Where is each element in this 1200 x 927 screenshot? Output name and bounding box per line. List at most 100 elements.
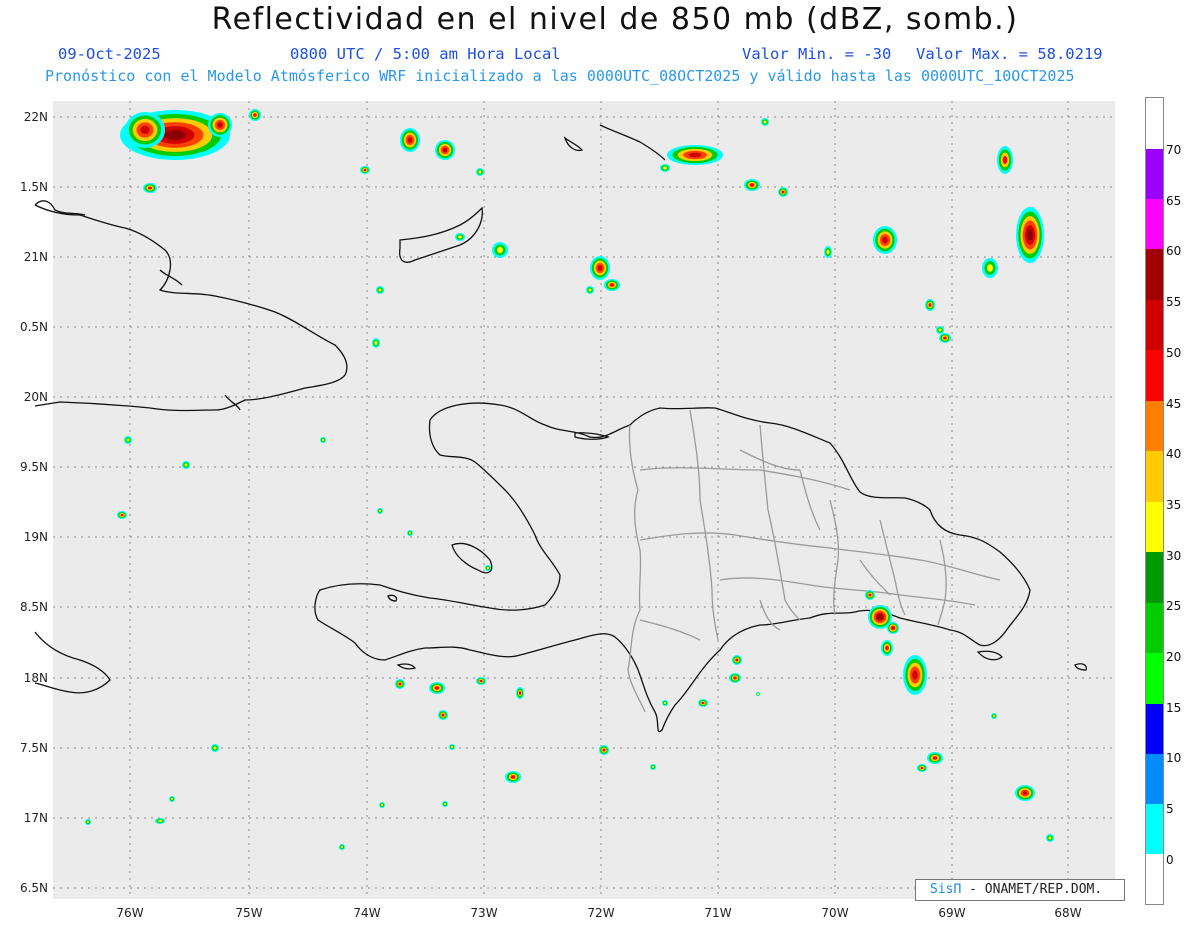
reflectivity-cell (169, 796, 175, 802)
reflectivity-contour (920, 766, 924, 770)
reflectivity-cell (372, 338, 380, 348)
reflectivity-contour (877, 614, 883, 620)
colorbar-segment (1146, 401, 1163, 451)
reflectivity-cell (438, 710, 448, 720)
lon-label: 75W (235, 906, 262, 920)
colorbar-label: 35 (1166, 497, 1182, 512)
reflectivity-contour (217, 122, 223, 128)
reflectivity-contour (120, 513, 124, 517)
reflectivity-cell (586, 286, 594, 294)
colorbar-label: 25 (1166, 599, 1182, 614)
reflectivity-contour (602, 748, 606, 752)
reflectivity-cell (376, 286, 384, 294)
reflectivity-cell (339, 844, 345, 850)
colorbar-segment (1146, 704, 1163, 754)
colorbar-segment (1146, 804, 1163, 854)
reflectivity-contour (1002, 156, 1008, 164)
credit-text: - ONAMET/REP.DOM. (961, 882, 1103, 897)
reflectivity-contour (609, 283, 615, 287)
reflectivity-contour (478, 170, 482, 174)
reflectivity-cell (778, 187, 788, 197)
reflectivity-cell (211, 744, 219, 752)
reflectivity-cell (455, 233, 465, 241)
colorbar-segment (1146, 451, 1163, 502)
reflectivity-contour (663, 701, 667, 705)
colorbar-segment (1146, 653, 1163, 704)
reflectivity-contour (408, 531, 412, 535)
reflectivity-cell (117, 511, 127, 519)
colorbar-label: 50 (1166, 345, 1182, 360)
reflectivity-cell (925, 299, 935, 311)
reflectivity-cell (124, 436, 132, 444)
reflectivity-contour (868, 593, 872, 597)
lat-label: 22N (24, 110, 48, 124)
lat-label: 6.5N (20, 881, 48, 895)
latitude-labels: 22N 1.5N 21N 0.5N 20N 9.5N 19N 8.5N 18N 7.5N 17N 6.… (20, 110, 48, 895)
colorbar-label: 65 (1166, 193, 1182, 208)
reflectivity-cell (360, 166, 370, 174)
lat-label: 19N (24, 530, 48, 544)
reflectivity-contour (140, 125, 150, 135)
reflectivity-contour (912, 670, 918, 680)
reflectivity-cell (865, 590, 875, 600)
reflectivity-contour (170, 797, 174, 801)
reflectivity-contour (781, 190, 785, 194)
reflectivity-cell (662, 700, 668, 706)
reflectivity-cell (429, 682, 445, 694)
reflectivity-contour (987, 264, 993, 272)
colorbar-label: 45 (1166, 396, 1182, 411)
colorbar-label: 15 (1166, 700, 1182, 715)
reflectivity-cell (744, 179, 760, 191)
reflectivity-cell (476, 168, 484, 176)
lon-label: 70W (821, 906, 848, 920)
lat-label: 17N (24, 811, 48, 825)
reflectivity-cell (476, 677, 486, 685)
reflectivity-contour (374, 341, 378, 345)
reflectivity-cell (881, 640, 893, 656)
colorbar-label: 60 (1166, 244, 1182, 259)
reflectivity-cell (516, 687, 524, 699)
reflectivity-cell (873, 226, 897, 254)
reflectivity-contour (932, 756, 938, 760)
reflectivity-cell (435, 140, 455, 160)
reflectivity-contour (651, 765, 655, 769)
reflectivity-contour (1048, 836, 1052, 840)
reflectivity-contour (253, 113, 257, 117)
colorbar-segment (1146, 149, 1163, 199)
lat-label: 20N (24, 390, 48, 404)
reflectivity-contour (688, 152, 702, 158)
reflectivity-contour (184, 463, 188, 467)
reflectivity-contour (441, 713, 445, 717)
colorbar-segment (1146, 552, 1163, 603)
reflectivity-cell (660, 164, 670, 172)
reflectivity-contour (164, 130, 186, 140)
colorbar-label: 0 (1166, 852, 1174, 867)
colorbar-label: 5 (1166, 802, 1174, 817)
reflectivity-contour (1022, 791, 1028, 795)
reflectivity-cell (903, 655, 927, 695)
reflectivity-contour (1027, 229, 1033, 241)
reflectivity-contour (826, 249, 830, 255)
colorbar-segment (1146, 350, 1163, 401)
reflectivity-cell (590, 256, 610, 280)
reflectivity-cell (85, 819, 91, 825)
reflectivity-cell (604, 279, 620, 291)
reflectivity-cell (442, 801, 448, 807)
reflectivity-cell (936, 326, 944, 334)
colorbar-label: 20 (1166, 650, 1182, 664)
reflectivity-cell (824, 246, 832, 258)
reflectivity-contour (882, 236, 888, 244)
colorbar-segment (1146, 98, 1163, 149)
colorbar-segment (1146, 249, 1163, 300)
colorbar-segment (1146, 199, 1163, 249)
lon-label: 74W (353, 906, 380, 920)
lat-label: 18N (24, 671, 48, 685)
reflectivity-cell (732, 655, 742, 665)
lon-label: 76W (116, 906, 143, 920)
reflectivity-cell (249, 109, 261, 121)
reflectivity-cell (155, 818, 165, 824)
map-background (53, 101, 1115, 899)
reflectivity-cell (377, 508, 383, 514)
reflectivity-contour (479, 679, 483, 683)
colorbar-label: 10 (1166, 751, 1182, 766)
